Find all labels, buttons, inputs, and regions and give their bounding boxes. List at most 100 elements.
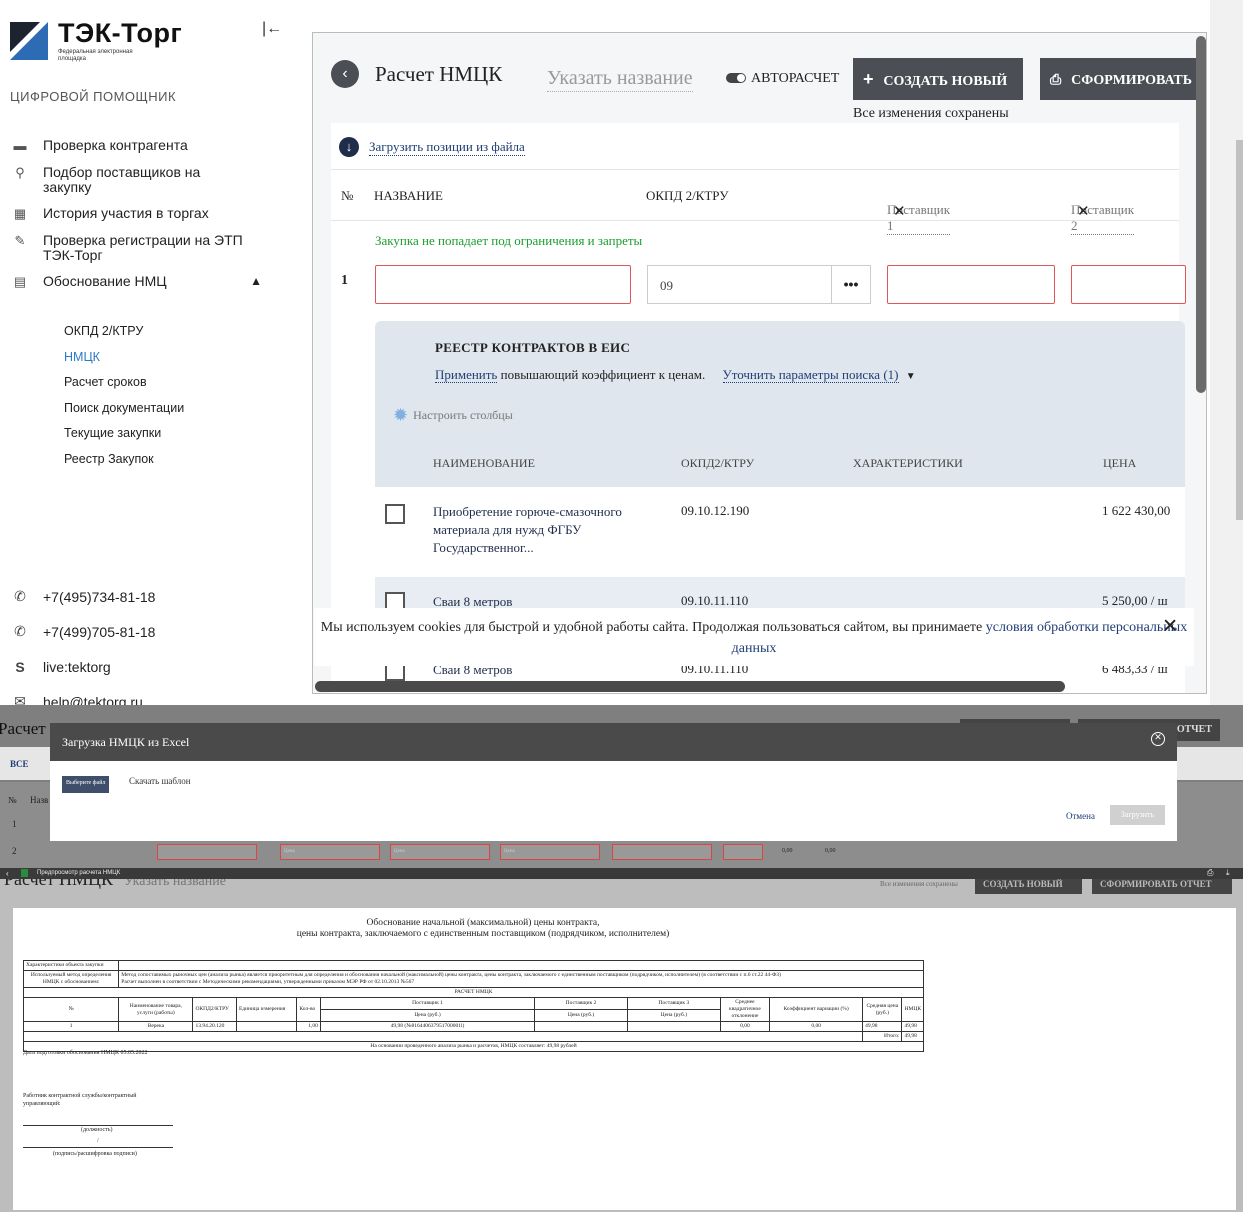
h-std: Среднее квадратичное отклонение xyxy=(719,997,771,1022)
briefcase-icon: ▬ xyxy=(13,138,27,153)
col-okpd2: ОКПД2/КТРУ xyxy=(681,456,755,470)
background-saved: Все изменения сохранены xyxy=(880,880,958,888)
background-all-label: ВСЕ xyxy=(10,759,29,769)
supplier-2-price-input[interactable] xyxy=(1071,265,1186,304)
row-name[interactable]: Приобретение горюче-смазочного материала… xyxy=(433,503,648,557)
calc-name-input[interactable]: Указать название xyxy=(547,67,693,92)
h-supplier-2: Поставщик 2 xyxy=(534,997,628,1010)
report-table: Характеристики объекта закупки Используе… xyxy=(22,960,924,1052)
contacts: ✆ +7(495)734-81-18 ✆ +7(499)705-81-18 S … xyxy=(10,579,155,705)
upload-from-file[interactable]: ↓ Загрузить позиции из файла xyxy=(339,137,525,157)
mail-icon: ✉ xyxy=(14,693,26,705)
sidebar-item-label: Проверка контрагента xyxy=(43,137,188,153)
position-caption: (должность) xyxy=(81,1127,113,1133)
registry-title: РЕЕСТР КОНТРАКТОВ В ЕИС xyxy=(435,340,631,355)
submenu-item-okpd[interactable]: ОКПД 2/КТРУ xyxy=(64,324,184,350)
contact-text: +7(495)734-81-18 xyxy=(43,588,156,605)
h-num: № xyxy=(22,997,120,1022)
col-okpd: ОКПД 2/КТРУ xyxy=(646,188,729,203)
calc-header: РАСЧЕТ НМЦК xyxy=(23,987,924,998)
choose-file-button[interactable]: Выберите файл xyxy=(62,776,110,793)
submenu-item-docs[interactable]: Поиск документации xyxy=(64,401,184,427)
sidebar-item-nmc[interactable]: ▤ Обоснование НМЦ ▲ xyxy=(10,274,280,290)
contact-phone-1[interactable]: ✆ +7(495)734-81-18 xyxy=(10,579,155,614)
position-name-input[interactable] xyxy=(375,265,631,304)
report-worker: Работник контрактной службы/контрактный … xyxy=(23,1093,137,1107)
report-title: Обоснование начальной (максимальной) цен… xyxy=(13,918,953,940)
calculator-panel: ‹ Расчет НМЦК Указать название АВТОРАСЧЕ… xyxy=(312,32,1207,694)
sidebar-item-registration[interactable]: ✎ Проверка регистрации на ЭТП ТЭК-Торг xyxy=(10,233,280,263)
excel-file-icon xyxy=(21,869,28,877)
phone-icon: ✆ xyxy=(14,588,26,604)
print-icon[interactable]: ⎙ xyxy=(1207,868,1213,878)
brand-name: ТЭК-Торг xyxy=(58,18,183,48)
download-template-link[interactable]: Скачать шаблон xyxy=(129,776,191,786)
bg-value: 0,00 xyxy=(825,848,836,854)
contact-text: live:tektorg xyxy=(43,658,111,675)
contact-email[interactable]: ✉ help@tektorg.ru xyxy=(10,684,155,705)
cancel-button[interactable]: Отмена xyxy=(1066,811,1095,821)
configure-label: Настроить столбцы xyxy=(413,408,513,422)
cell xyxy=(626,1021,721,1032)
panel-scrollbar[interactable] xyxy=(1196,36,1206,393)
cell xyxy=(534,1021,628,1032)
h-supplier-3: Поставщик 3 xyxy=(626,997,721,1010)
phone-icon: ✆ xyxy=(14,623,26,639)
plus-icon: + xyxy=(863,69,874,89)
configure-columns[interactable]: ✹ Настроить столбцы xyxy=(393,405,513,426)
h-supplier-1: Поставщик 1 xyxy=(319,997,536,1010)
close-icon[interactable]: ✕ xyxy=(1077,202,1090,220)
positions-table-header: № НАЗВАНИЕ ОКПД 2/КТРУ Поставщик 1 ✕ Пос… xyxy=(331,169,1179,235)
table-icon: ▤ xyxy=(13,274,27,289)
sidebar-nav: ▬ Проверка контрагента ⚲ Подбор поставщи… xyxy=(10,138,280,301)
download-icon[interactable]: ⤓ xyxy=(1226,868,1230,878)
sidebar-item-history[interactable]: ▦ История участия в торгах xyxy=(10,206,280,222)
h-price-1: Цена (руб.) xyxy=(319,1009,536,1022)
back-icon[interactable]: ‹ xyxy=(6,869,9,878)
back-icon[interactable]: ‹ xyxy=(331,60,359,88)
submenu-item-current[interactable]: Текущие закупки xyxy=(64,426,184,452)
h-qty: Кол-во xyxy=(296,997,321,1022)
sidebar-item-counterparty[interactable]: ▬ Проверка контрагента xyxy=(10,138,280,154)
report-preview-screen: Расчет НМЦК Указать название Все изменен… xyxy=(0,868,1243,1212)
submenu-item-terms[interactable]: Расчет сроков xyxy=(64,375,184,401)
apply-coefficient-link[interactable]: Применить xyxy=(435,367,498,383)
upload-link[interactable]: Загрузить позиции из файла xyxy=(369,139,525,156)
report-row: 1 Верека 13.94.20.120 1,00 49,98 (№81644… xyxy=(22,1021,924,1032)
horizontal-scrollbar[interactable] xyxy=(315,681,1065,692)
total-label: Итого: xyxy=(862,1031,903,1042)
chevron-up-icon: ▲ xyxy=(250,274,262,288)
supplier-1-price-input[interactable] xyxy=(887,265,1055,304)
cell: 49,98 xyxy=(862,1021,903,1032)
generate-report-button[interactable]: ⎙ СФОРМИРОВАТЬ xyxy=(1040,58,1206,100)
registration-icon: ✎ xyxy=(14,233,26,248)
close-icon[interactable]: ✕ xyxy=(893,202,906,220)
caret-down-icon[interactable]: ▼ xyxy=(906,371,916,382)
cell: 0,00 xyxy=(719,1021,771,1032)
submenu-item-registry[interactable]: Реестр Закупок xyxy=(64,452,184,478)
collapse-sidebar-icon[interactable]: |← xyxy=(262,20,282,38)
registry-row[interactable]: Приобретение горюче-смазочного материала… xyxy=(375,487,1185,577)
history-icon: ▦ xyxy=(13,206,27,221)
report-date: Дата подготовки обоснования НМЦК 05.05.2… xyxy=(23,1050,148,1056)
h-avg: Средняя цена (руб.) xyxy=(862,997,903,1022)
refine-search-link[interactable]: Уточнить параметры поиска (1) xyxy=(722,367,899,383)
create-new-button[interactable]: + СОЗДАТЬ НОВЫЙ xyxy=(853,58,1023,100)
close-icon[interactable]: ✕ xyxy=(1162,616,1178,637)
row-checkbox[interactable] xyxy=(385,504,405,524)
report-title-line: цены контракта, заключаемого с единствен… xyxy=(296,929,670,939)
brand-logo[interactable]: ТЭК-Торг Федеральная электронная площадк… xyxy=(10,18,260,64)
submenu-item-nmck[interactable]: НМЦК xyxy=(64,350,184,376)
registry-header: НАИМЕНОВАНИЕ ОКПД2/КТРУ ХАРАКТЕРИСТИКИ Ц… xyxy=(375,439,1185,487)
page-scrollbar-thumb[interactable] xyxy=(1236,140,1243,520)
printer-icon: ⎙ xyxy=(1050,71,1062,87)
contact-phone-2[interactable]: ✆ +7(499)705-81-18 xyxy=(10,614,155,649)
apply-coefficient-text: повышающий коэффициент к ценам. xyxy=(497,367,706,382)
close-icon[interactable]: ✕ xyxy=(1151,732,1165,746)
sidebar-item-supplier-search[interactable]: ⚲ Подбор поставщиков на закупку xyxy=(10,165,280,195)
upload-button[interactable]: Загрузить xyxy=(1110,805,1165,825)
okpd-input[interactable]: 09 xyxy=(647,265,833,304)
okpd-select-button[interactable]: ••• xyxy=(831,265,871,304)
autocalc-toggle[interactable] xyxy=(726,73,746,83)
contact-skype[interactable]: S live:tektorg xyxy=(10,649,155,684)
